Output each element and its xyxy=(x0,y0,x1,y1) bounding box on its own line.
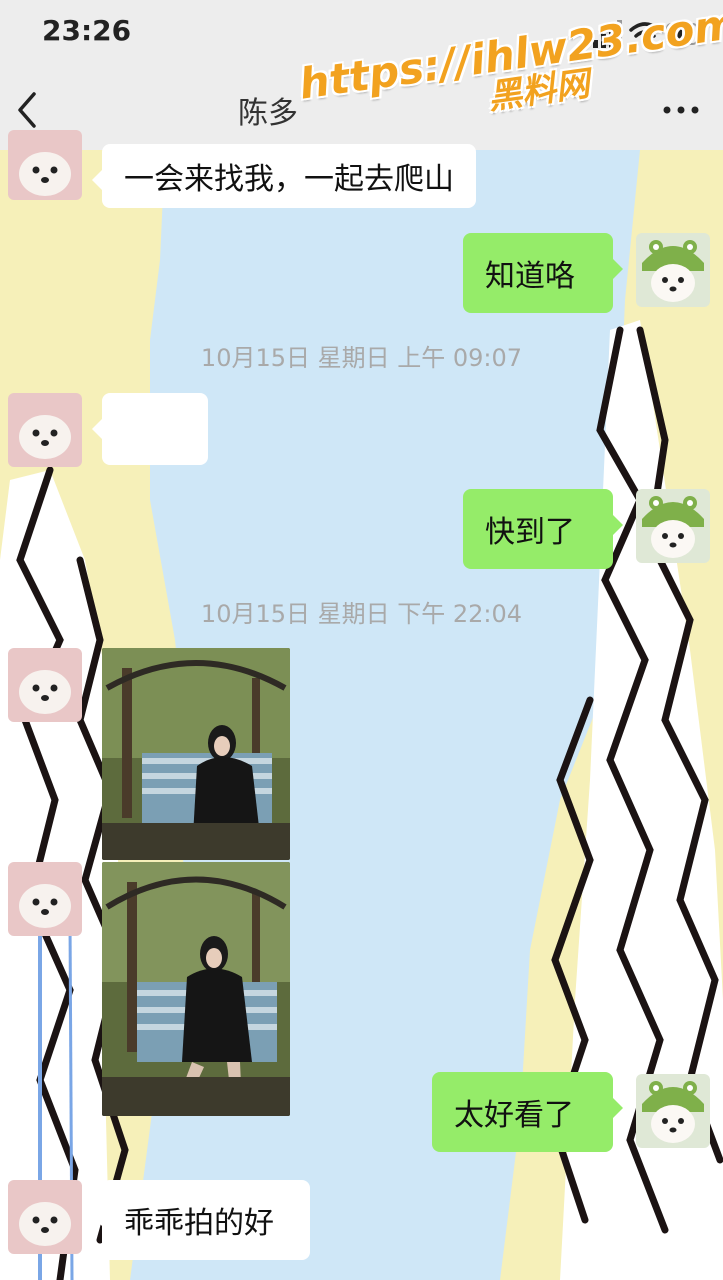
message-text: 太好看了 xyxy=(454,1098,574,1133)
message-text: 快到了 xyxy=(485,515,575,550)
contact-avatar[interactable] xyxy=(8,130,82,200)
dog-avatar-icon xyxy=(8,648,82,722)
message-text: 知道咯 xyxy=(485,259,575,294)
message-bubble-received[interactable]: 一会来找我，一起去爬山 xyxy=(92,144,476,208)
frog-hat-dog-avatar-icon xyxy=(636,489,710,563)
status-time: 23:26 xyxy=(42,14,132,47)
image-message[interactable] xyxy=(102,648,290,860)
dog-avatar-icon xyxy=(8,1180,82,1254)
dog-avatar-icon xyxy=(8,130,82,200)
message-bubble-sent[interactable]: 知道咯 xyxy=(463,233,623,313)
more-dots-icon[interactable] xyxy=(663,106,699,114)
photo-woman-standing xyxy=(102,862,290,1116)
dog-avatar-icon xyxy=(8,393,82,467)
message-timestamp: 10月15日 星期日 上午 09:07 xyxy=(200,344,523,372)
contact-avatar[interactable] xyxy=(8,862,82,936)
contact-avatar[interactable] xyxy=(8,393,82,467)
back-arrow-icon[interactable] xyxy=(12,90,42,130)
message-bubble-sent[interactable]: 太好看了 xyxy=(432,1072,623,1152)
message-text: 一会来找我，一起去爬山 xyxy=(124,162,454,197)
frog-hat-dog-avatar-icon xyxy=(636,1074,710,1148)
chat-title: 陈多 xyxy=(238,96,298,131)
contact-avatar[interactable] xyxy=(8,648,82,722)
message-timestamp: 10月15日 星期日 下午 22:04 xyxy=(200,600,523,628)
my-avatar[interactable] xyxy=(636,233,710,307)
frog-hat-dog-avatar-icon xyxy=(636,233,710,307)
my-avatar[interactable] xyxy=(636,489,710,563)
message-bubble-sent[interactable]: 快到了 xyxy=(463,489,623,569)
my-avatar[interactable] xyxy=(636,1074,710,1148)
message-bubble-received[interactable] xyxy=(92,393,208,465)
contact-avatar[interactable] xyxy=(8,1180,82,1254)
dog-avatar-icon xyxy=(8,862,82,936)
message-text: 乖乖拍的好 xyxy=(124,1206,274,1241)
image-message[interactable] xyxy=(102,862,290,1116)
photo-woman-on-swing xyxy=(102,648,290,860)
message-bubble-received[interactable]: 乖乖拍的好 xyxy=(92,1180,310,1260)
